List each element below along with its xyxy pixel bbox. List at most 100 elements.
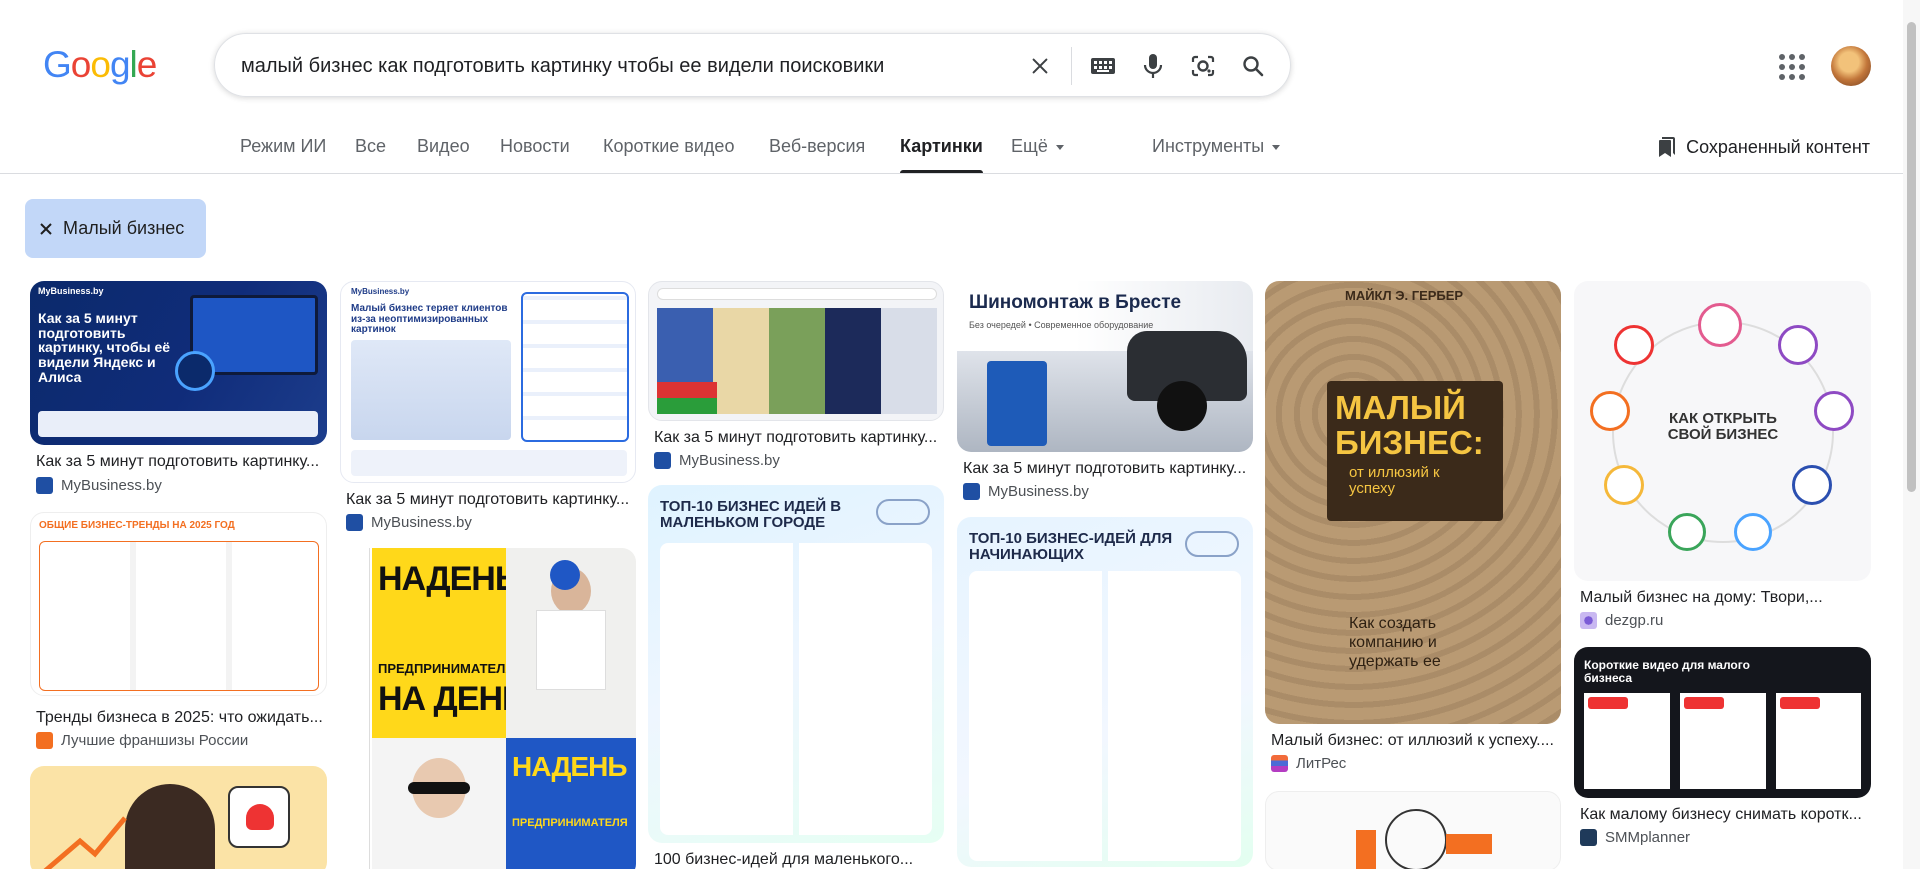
result-thumbnail[interactable]: MyBusiness.by Как за 5 минут подготовить…: [30, 281, 327, 445]
browser-bar: [657, 288, 937, 300]
scrollbar-thumb[interactable]: [1907, 22, 1916, 492]
result-caption[interactable]: 100 бизнес-идей для маленького...: [654, 851, 944, 869]
thumb-footer: [351, 450, 627, 476]
result-source[interactable]: dezgp.ru: [1580, 612, 1663, 629]
arrow-favicon-icon: [346, 514, 363, 531]
thumb-title: ТОП-10 БИЗНЕС-ИДЕЙ ДЛЯ НАЧИНАЮЩИХ: [969, 530, 1173, 563]
close-icon[interactable]: [39, 222, 53, 236]
thumb-line2: ПРЕДПРИНИМАТЕЛЯ: [378, 661, 515, 676]
result-thumbnail[interactable]: КАК ОТКРЫТЬ СВОЙ БИЗНЕС: [1574, 281, 1871, 581]
search-divider: [1071, 47, 1072, 85]
machine-graphic: [987, 361, 1047, 446]
source-label: ЛитРес: [1296, 755, 1347, 772]
tab-web[interactable]: Веб-версия: [769, 136, 865, 157]
result-caption[interactable]: Тренды бизнеса в 2025: что ожидать...: [36, 709, 326, 727]
result-caption[interactable]: Как за 5 минут подготовить картинку...: [346, 491, 636, 509]
clear-icon[interactable]: [1015, 34, 1065, 98]
result-source[interactable]: MyBusiness.by: [963, 483, 1089, 500]
step-dot: [1734, 513, 1772, 551]
logo-badge: [876, 499, 930, 525]
apps-grid-icon[interactable]: [1775, 50, 1805, 80]
thumb-footer: [38, 411, 318, 437]
search-tabs: Режим ИИ Все Видео Новости Короткие виде…: [0, 120, 1920, 174]
tab-images[interactable]: Картинки: [900, 136, 983, 173]
thumb-title: ОБЩИЕ БИЗНЕС-ТРЕНДЫ НА 2025 ГОД: [39, 520, 235, 531]
bookmarks-icon: [1659, 137, 1676, 157]
search-box[interactable]: малый бизнес как подготовить картинку чт…: [214, 33, 1291, 97]
thumb-line1-blue: НАДЕНЬ: [512, 751, 627, 782]
result-thumbnail[interactable]: MyBusiness.by Малый бизнес теряет клиент…: [340, 281, 636, 483]
result-thumbnail[interactable]: ОБЩИЕ БИЗНЕС-ТРЕНДЫ НА 2025 ГОД: [30, 512, 327, 696]
smmplanner-favicon-icon: [1580, 829, 1597, 846]
thumb-title: Шиномонтаж в Бресте: [969, 292, 1182, 313]
source-label: MyBusiness.by: [61, 477, 162, 494]
result-caption[interactable]: Как за 5 минут подготовить картинку...: [963, 460, 1253, 478]
badge-icon: [550, 560, 580, 590]
google-logo[interactable]: Google: [43, 44, 157, 86]
thumb-center-title: КАК ОТКРЫТЬ СВОЙ БИЗНЕС: [1667, 410, 1779, 443]
arrow-favicon-icon: [36, 477, 53, 494]
result-caption[interactable]: Как малому бизнесу снимать коротк...: [1580, 806, 1870, 824]
search-icon[interactable]: [1228, 34, 1278, 98]
result-caption[interactable]: Как за 5 минут подготовить картинку...: [36, 453, 326, 471]
result-thumbnail[interactable]: МАЙКЛ Э. ГЕРБЕР МАЛЫЙ БИЗНЕС: от иллюзий…: [1265, 281, 1561, 724]
result-caption[interactable]: Малый бизнес на дому: Твори,...: [1580, 589, 1870, 607]
tab-shorts[interactable]: Короткие видео: [603, 136, 734, 157]
saved-content-button[interactable]: Сохраненный контент: [1658, 136, 1870, 158]
tab-video[interactable]: Видео: [417, 136, 470, 157]
thumb-grid: [39, 541, 319, 691]
keyboard-icon[interactable]: [1078, 34, 1128, 98]
source-label: MyBusiness.by: [988, 483, 1089, 500]
timer-icon: [175, 351, 215, 391]
result-thumbnail[interactable]: Шиномонтаж в Бресте Без очередей • Совре…: [957, 281, 1253, 452]
tf-favicon-icon: [36, 732, 53, 749]
thumb-title: ТОП-10 БИЗНЕС ИДЕЙ В МАЛЕНЬКОМ ГОРОДЕ: [660, 498, 842, 531]
photo-woman: [372, 738, 506, 869]
step-dot: [1814, 391, 1854, 431]
logo-letter: G: [43, 44, 72, 85]
heart-bubble-icon: [228, 786, 290, 848]
tab-all[interactable]: Все: [355, 136, 386, 157]
result-thumbnail[interactable]: Короткие видео для малого бизнеса: [1574, 647, 1871, 798]
saved-content-label: Сохраненный контент: [1686, 136, 1870, 157]
lens-camera-icon[interactable]: [1178, 34, 1228, 98]
tools-label: Инструменты: [1152, 136, 1265, 156]
step-dot: [1590, 391, 1630, 431]
result-source[interactable]: MyBusiness.by: [36, 477, 162, 494]
result-thumbnail[interactable]: [30, 766, 327, 869]
result-source[interactable]: Лучшие франшизы России: [36, 732, 248, 749]
result-caption[interactable]: Малый бизнес: от иллюзий к успеху....: [1271, 732, 1561, 750]
tab-news[interactable]: Новости: [500, 136, 570, 157]
logo-badge: [1185, 531, 1239, 557]
source-label: Лучшие франшизы России: [61, 732, 249, 749]
search-input[interactable]: малый бизнес как подготовить картинку чт…: [241, 55, 884, 78]
scrollbar-track[interactable]: [1903, 0, 1920, 869]
result-thumbnail[interactable]: [1265, 791, 1561, 869]
tab-ai-mode[interactable]: Режим ИИ: [240, 136, 326, 157]
growth-arrow-icon: [43, 816, 127, 869]
thumb-title: Как за 5 минут подготовить картинку, что…: [38, 310, 171, 385]
filter-chip-small-business[interactable]: Малый бизнес: [25, 199, 206, 258]
litres-favicon-icon: [1271, 755, 1288, 772]
result-source[interactable]: SMMplanner: [1580, 829, 1690, 846]
result-thumbnail[interactable]: ТОП-10 БИЗНЕС ИДЕЙ В МАЛЕНЬКОМ ГОРОДЕ: [648, 485, 944, 843]
tab-more[interactable]: Ещё: [1011, 136, 1064, 157]
step-dot: [1614, 325, 1654, 365]
result-source[interactable]: MyBusiness.by: [346, 514, 472, 531]
result-source[interactable]: MyBusiness.by: [654, 452, 780, 469]
red-tag: [1588, 697, 1628, 709]
source-label: dezgp.ru: [1605, 612, 1664, 629]
result-thumbnail[interactable]: НАДЕНЬ ПРЕДПРИНИМАТЕЛЯ НА ДЕНЬ НАДЕНЬ ПР…: [340, 548, 636, 869]
result-source[interactable]: ЛитРес: [1271, 755, 1346, 772]
result-thumbnail[interactable]: [648, 281, 944, 421]
microphone-icon[interactable]: [1128, 34, 1178, 98]
step-dot: [1604, 465, 1644, 505]
avatar[interactable]: [1831, 46, 1871, 86]
step-dot: [1792, 465, 1832, 505]
result-thumbnail[interactable]: ТОП-10 БИЗНЕС-ИДЕЙ ДЛЯ НАЧИНАЮЩИХ: [957, 517, 1253, 867]
tools-button[interactable]: Инструменты: [1152, 136, 1281, 157]
result-caption[interactable]: Как за 5 минут подготовить картинку...: [654, 429, 944, 447]
book-tagline: Как создать компанию и удержать ее: [1349, 615, 1441, 671]
thumb-subtitle: Без очередей • Современное оборудование: [969, 320, 1154, 330]
chevron-down-icon: [1055, 144, 1064, 150]
